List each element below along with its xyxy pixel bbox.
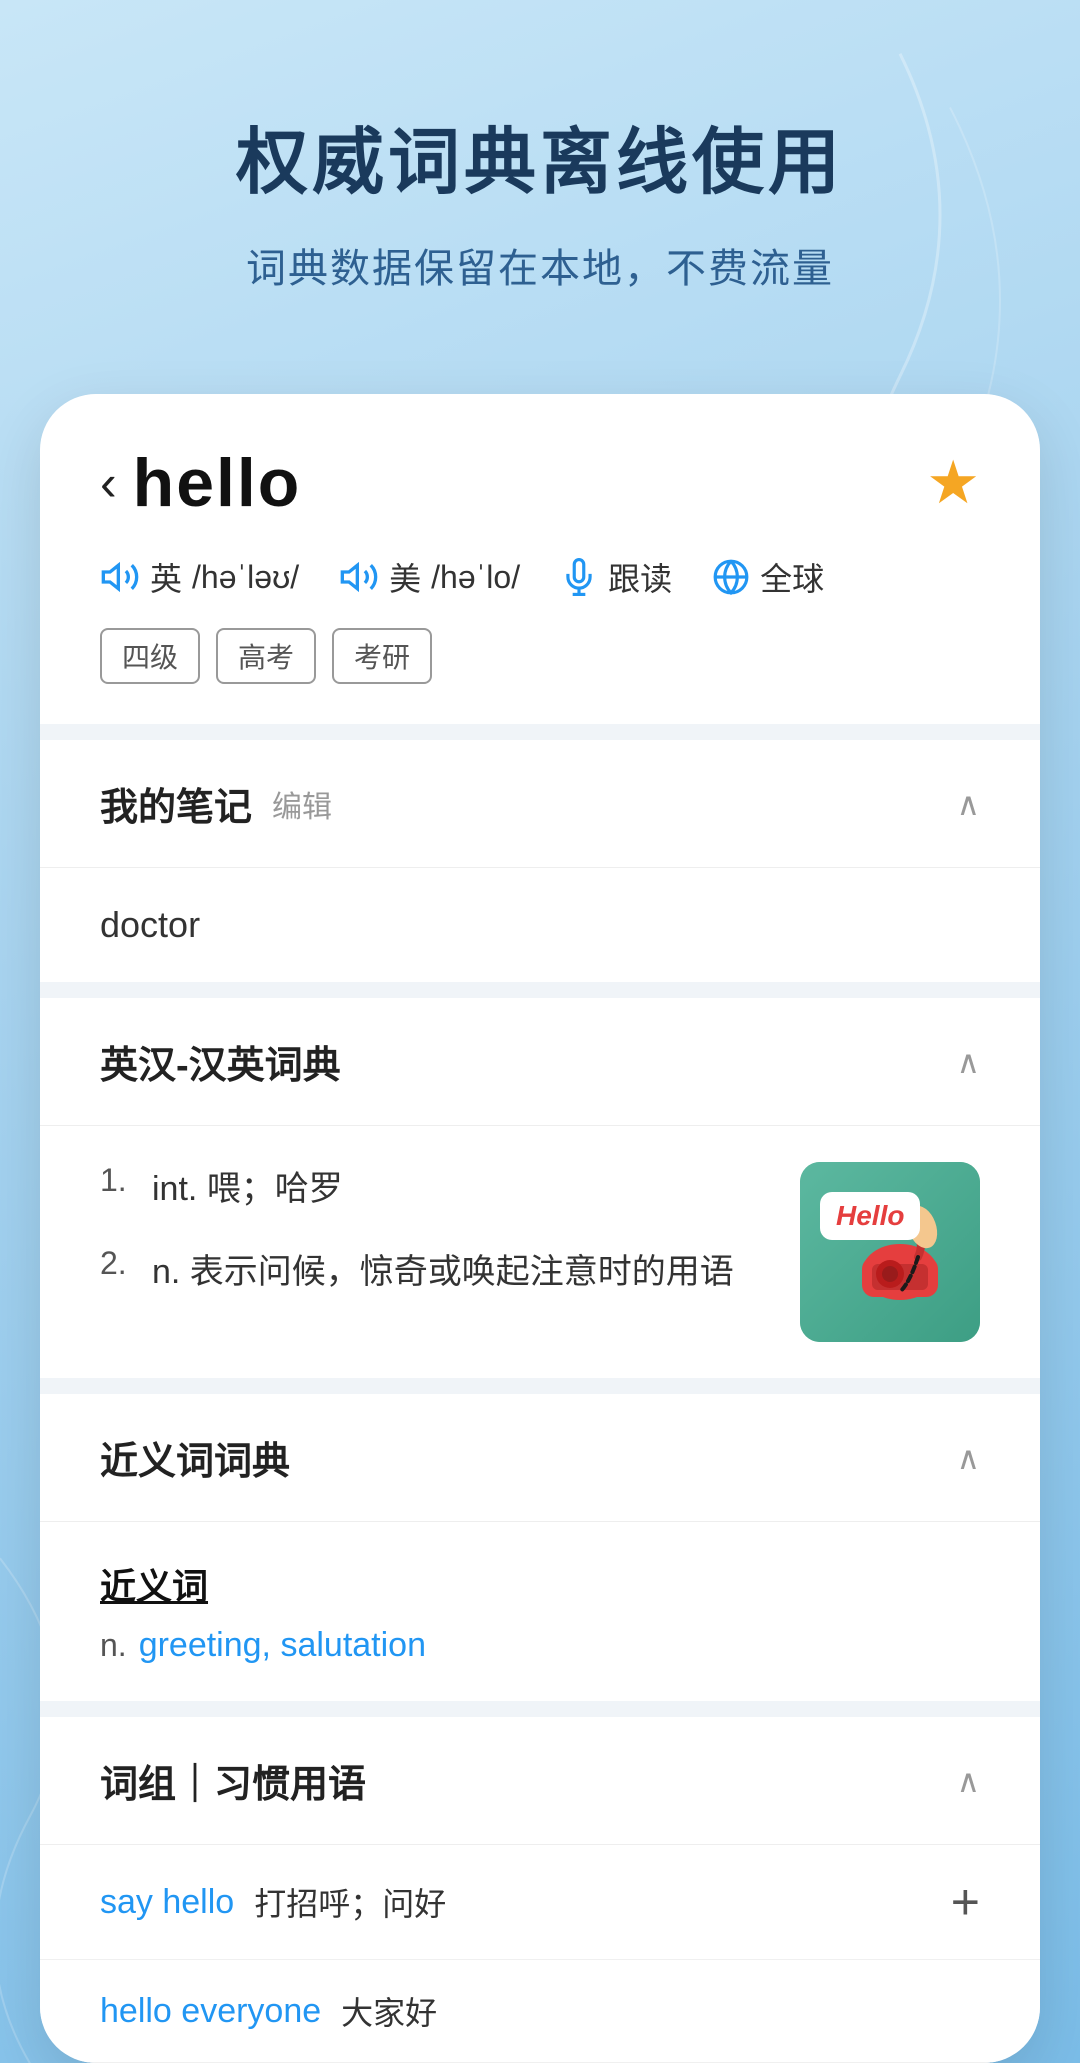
dict-definitions: 1. int. 喂；哈罗 2. n. 表示问候，惊奇或唤起注意时的用语: [100, 1162, 770, 1342]
american-label: 美: [389, 554, 421, 600]
back-button[interactable]: ‹: [100, 458, 117, 508]
british-pron[interactable]: 英 /həˈləʊ/: [100, 554, 299, 600]
phrase-left-1: say hello 打招呼；问好: [100, 1879, 951, 1925]
hello-image-inner: Hello: [800, 1162, 980, 1342]
main-title: 权威词典离线使用: [60, 120, 1020, 206]
phrase-add-button[interactable]: +: [951, 1873, 980, 1931]
word-row: ‹ hello ★: [100, 444, 980, 522]
phrase-item-hello-everyone: hello everyone 大家好: [40, 1960, 1040, 2063]
dictionary-header[interactable]: 英汉-汉英词典 ∧: [40, 998, 1040, 1126]
top-section: 权威词典离线使用 词典数据保留在本地，不费流量: [0, 0, 1080, 354]
word-header: ‹ hello ★ 英 /həˈləʊ/: [40, 394, 1040, 724]
phrase-meaning-1: 打招呼；问好: [254, 1879, 446, 1925]
synonyms-body: 近义词 n. greeting, salutation: [40, 1522, 1040, 1701]
word-display: hello: [133, 444, 302, 522]
notes-title: 我的笔记: [100, 776, 252, 831]
phrases-title: 词组｜习惯用语: [100, 1753, 366, 1808]
follow-read-label: 跟读: [608, 554, 672, 600]
tags-row: 四级 高考 考研: [100, 628, 980, 684]
synonyms-row: n. greeting, salutation: [100, 1626, 980, 1665]
dict-item-1: 1. int. 喂；哈罗: [100, 1162, 770, 1216]
american-pron[interactable]: 美 /həˈlo/: [339, 554, 520, 600]
speaker-icon-british: [100, 557, 140, 597]
dict-item-2: 2. n. 表示问候，惊奇或唤起注意时的用语: [100, 1245, 770, 1299]
sub-title: 词典数据保留在本地，不费流量: [60, 236, 1020, 294]
word-left: ‹ hello: [100, 444, 301, 522]
note-content: doctor: [100, 904, 980, 946]
dictionary-card: ‹ hello ★ 英 /həˈləʊ/: [40, 394, 1040, 2063]
tag-kaoyan: 考研: [332, 628, 432, 684]
pronunciation-row: 英 /həˈləʊ/ 美 /həˈlo/ 跟读: [100, 554, 980, 600]
synonyms-section: 近义词词典 ∧ 近义词 n. greeting, salutation: [40, 1394, 1040, 1701]
notes-edit-button[interactable]: 编辑: [272, 782, 332, 826]
mic-icon: [560, 558, 598, 596]
phrases-section: 词组｜习惯用语 ∧ say hello 打招呼；问好 + hello every…: [40, 1717, 1040, 2063]
notes-body: doctor: [40, 868, 1040, 982]
phrase-word-1: say hello: [100, 1883, 234, 1922]
favorite-star[interactable]: ★: [926, 448, 980, 518]
global-label: 全球: [760, 554, 824, 600]
speaker-icon-american: [339, 557, 379, 597]
dictionary-content: 1. int. 喂；哈罗 2. n. 表示问候，惊奇或唤起注意时的用语 Hell…: [40, 1126, 1040, 1378]
british-label: 英: [150, 554, 182, 600]
phrase-item-say-hello: say hello 打招呼；问好 +: [40, 1845, 1040, 1960]
global-icon: [712, 558, 750, 596]
dict-def-1: int. 喂；哈罗: [152, 1162, 343, 1216]
dict-num-2: 2.: [100, 1245, 140, 1282]
follow-read-button[interactable]: 跟读: [560, 554, 672, 600]
british-phonetic: /həˈləʊ/: [192, 559, 299, 596]
global-button[interactable]: 全球: [712, 554, 824, 600]
synonyms-header[interactable]: 近义词词典 ∧: [40, 1394, 1040, 1522]
dictionary-section: 英汉-汉英词典 ∧ 1. int. 喂；哈罗 2. n. 表示问候，惊奇或唤起注…: [40, 998, 1040, 1378]
phrases-chevron: ∧: [957, 1762, 980, 1800]
dictionary-chevron: ∧: [957, 1043, 980, 1081]
synonyms-chevron: ∧: [957, 1439, 980, 1477]
my-notes-section: 我的笔记 编辑 ∧ doctor: [40, 740, 1040, 982]
notes-chevron: ∧: [957, 785, 980, 823]
synonyms-group-label: 近义词: [100, 1558, 980, 1610]
synonyms-pos: n.: [100, 1627, 127, 1664]
notes-title-row: 我的笔记 编辑: [100, 776, 332, 831]
hello-badge: Hello: [820, 1192, 920, 1240]
dictionary-title: 英汉-汉英词典: [100, 1034, 341, 1089]
tag-gaokao: 高考: [216, 628, 316, 684]
tag-level4: 四级: [100, 628, 200, 684]
dictionary-image: Hello: [800, 1162, 980, 1342]
phrase-meaning-2: 大家好: [341, 1988, 437, 2034]
dict-def-2: n. 表示问候，惊奇或唤起注意时的用语: [152, 1245, 734, 1299]
synonyms-words: greeting, salutation: [139, 1626, 426, 1665]
phrase-word-2: hello everyone: [100, 1992, 321, 2031]
synonyms-title: 近义词词典: [100, 1430, 290, 1485]
american-phonetic: /həˈlo/: [431, 559, 520, 596]
phrase-left-2: hello everyone 大家好: [100, 1988, 980, 2034]
dict-num-1: 1.: [100, 1162, 140, 1199]
phrases-header[interactable]: 词组｜习惯用语 ∧: [40, 1717, 1040, 1845]
my-notes-header[interactable]: 我的笔记 编辑 ∧: [40, 740, 1040, 868]
